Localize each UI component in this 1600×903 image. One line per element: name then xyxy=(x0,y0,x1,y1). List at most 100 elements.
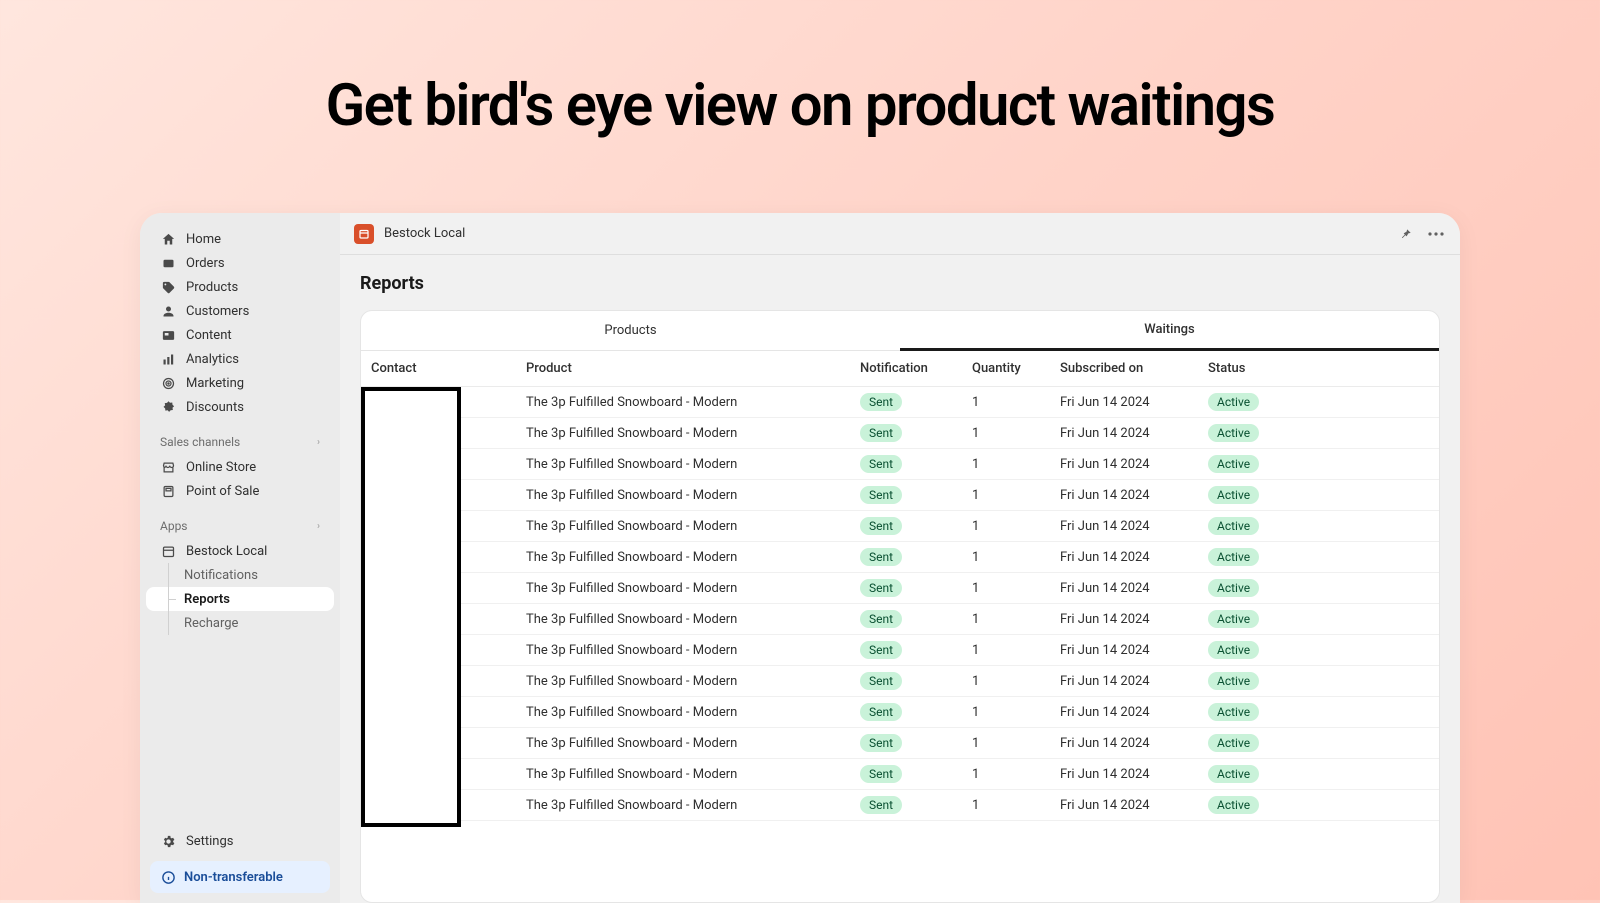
cell-status: Active xyxy=(1208,517,1298,535)
sidebar-item-products[interactable]: Products xyxy=(146,275,334,299)
cell-status: Active xyxy=(1208,796,1298,814)
cell-subscribed: Fri Jun 14 2024 xyxy=(1060,457,1208,472)
notification-badge: Sent xyxy=(860,455,902,473)
cell-notification: Sent xyxy=(860,796,972,814)
table-row[interactable]: The 3p Fulfilled Snowboard - Modern Sent… xyxy=(361,449,1439,480)
table-row[interactable]: The 3p Fulfilled Snowboard - Modern Sent… xyxy=(361,480,1439,511)
notification-badge: Sent xyxy=(860,703,902,721)
cell-status: Active xyxy=(1208,734,1298,752)
cell-notification: Sent xyxy=(860,579,972,597)
notification-badge: Sent xyxy=(860,641,902,659)
table-row[interactable]: The 3p Fulfilled Snowboard - Modern Sent… xyxy=(361,604,1439,635)
cell-quantity: 1 xyxy=(972,488,1060,503)
cell-status: Active xyxy=(1208,641,1298,659)
cell-quantity: 1 xyxy=(972,457,1060,472)
sidebar-item-bestock-local[interactable]: Bestock Local xyxy=(146,539,334,563)
section-apps[interactable]: Apps › xyxy=(146,515,334,537)
cell-subscribed: Fri Jun 14 2024 xyxy=(1060,519,1208,534)
nav-label: Online Store xyxy=(186,460,256,475)
table-row[interactable]: The 3p Fulfilled Snowboard - Modern Sent… xyxy=(361,790,1439,821)
sidebar-item-settings[interactable]: Settings xyxy=(146,829,334,853)
app-icon xyxy=(160,543,176,559)
sidebar-item-analytics[interactable]: Analytics xyxy=(146,347,334,371)
table-row[interactable]: The 3p Fulfilled Snowboard - Modern Sent… xyxy=(361,418,1439,449)
nav-label: Content xyxy=(186,328,232,343)
subnav-item-notifications[interactable]: Notifications xyxy=(146,563,334,587)
analytics-icon xyxy=(160,351,176,367)
section-label: Apps xyxy=(160,519,188,533)
cell-quantity: 1 xyxy=(972,798,1060,813)
section-sales-channels[interactable]: Sales channels › xyxy=(146,431,334,453)
table-row[interactable]: The 3p Fulfilled Snowboard - Modern Sent… xyxy=(361,666,1439,697)
sidebar-item-customers[interactable]: Customers xyxy=(146,299,334,323)
col-subscribed: Subscribed on xyxy=(1060,361,1208,376)
sidebar-item-online-store[interactable]: Online Store xyxy=(146,455,334,479)
status-badge: Active xyxy=(1208,424,1259,442)
nav-label: Point of Sale xyxy=(186,484,259,499)
pos-icon xyxy=(160,483,176,499)
cell-status: Active xyxy=(1208,703,1298,721)
notification-badge: Sent xyxy=(860,765,902,783)
subnav-item-reports[interactable]: Reports xyxy=(146,587,334,611)
cell-status: Active xyxy=(1208,548,1298,566)
nav-label: Reports xyxy=(184,592,230,607)
gear-icon xyxy=(160,833,176,849)
tab-waitings[interactable]: Waitings xyxy=(900,311,1439,351)
cell-product: The 3p Fulfilled Snowboard - Modern xyxy=(526,643,860,658)
cell-quantity: 1 xyxy=(972,581,1060,596)
cell-subscribed: Fri Jun 14 2024 xyxy=(1060,612,1208,627)
cell-subscribed: Fri Jun 14 2024 xyxy=(1060,550,1208,565)
more-icon[interactable] xyxy=(1426,224,1446,244)
notification-badge: Sent xyxy=(860,734,902,752)
table-row[interactable]: The 3p Fulfilled Snowboard - Modern Sent… xyxy=(361,511,1439,542)
status-badge: Active xyxy=(1208,393,1259,411)
status-badge: Active xyxy=(1208,765,1259,783)
status-badge: Active xyxy=(1208,796,1259,814)
status-badge: Active xyxy=(1208,703,1259,721)
cell-subscribed: Fri Jun 14 2024 xyxy=(1060,736,1208,751)
cell-product: The 3p Fulfilled Snowboard - Modern xyxy=(526,798,860,813)
status-badge: Active xyxy=(1208,641,1259,659)
notification-badge: Sent xyxy=(860,424,902,442)
cell-subscribed: Fri Jun 14 2024 xyxy=(1060,705,1208,720)
sidebar-item-home[interactable]: Home xyxy=(146,227,334,251)
tab-products[interactable]: Products xyxy=(361,311,900,350)
nav-label: Discounts xyxy=(186,400,244,415)
cell-product: The 3p Fulfilled Snowboard - Modern xyxy=(526,581,860,596)
store-icon xyxy=(160,459,176,475)
status-badge: Active xyxy=(1208,734,1259,752)
nav-label: Bestock Local xyxy=(186,544,267,559)
notification-badge: Sent xyxy=(860,796,902,814)
pin-icon[interactable] xyxy=(1396,224,1416,244)
sidebar-item-content[interactable]: Content xyxy=(146,323,334,347)
table-row[interactable]: The 3p Fulfilled Snowboard - Modern Sent… xyxy=(361,542,1439,573)
non-transferable-banner[interactable]: Non-transferable xyxy=(150,861,330,893)
table-row[interactable]: The 3p Fulfilled Snowboard - Modern Sent… xyxy=(361,387,1439,418)
page-title: Reports xyxy=(360,273,1440,294)
cell-notification: Sent xyxy=(860,393,972,411)
col-product: Product xyxy=(526,361,860,376)
sidebar-item-marketing[interactable]: Marketing xyxy=(146,371,334,395)
notification-badge: Sent xyxy=(860,486,902,504)
table-row[interactable]: The 3p Fulfilled Snowboard - Modern Sent… xyxy=(361,697,1439,728)
table-row[interactable]: The 3p Fulfilled Snowboard - Modern Sent… xyxy=(361,573,1439,604)
cell-notification: Sent xyxy=(860,424,972,442)
table-header: Contact Product Notification Quantity Su… xyxy=(361,351,1439,387)
cell-quantity: 1 xyxy=(972,612,1060,627)
cell-notification: Sent xyxy=(860,703,972,721)
sidebar-item-discounts[interactable]: Discounts xyxy=(146,395,334,419)
nav-label: Settings xyxy=(186,834,233,849)
discounts-icon xyxy=(160,399,176,415)
table-row[interactable]: The 3p Fulfilled Snowboard - Modern Sent… xyxy=(361,635,1439,666)
nav-label: Analytics xyxy=(186,352,239,367)
cell-status: Active xyxy=(1208,393,1298,411)
table-row[interactable]: The 3p Fulfilled Snowboard - Modern Sent… xyxy=(361,759,1439,790)
contact-redaction-box xyxy=(361,387,461,827)
cell-quantity: 1 xyxy=(972,426,1060,441)
sidebar-item-point-of-sale[interactable]: Point of Sale xyxy=(146,479,334,503)
cell-product: The 3p Fulfilled Snowboard - Modern xyxy=(526,736,860,751)
table-row[interactable]: The 3p Fulfilled Snowboard - Modern Sent… xyxy=(361,728,1439,759)
sidebar-item-orders[interactable]: Orders xyxy=(146,251,334,275)
cell-status: Active xyxy=(1208,672,1298,690)
subnav-item-recharge[interactable]: Recharge xyxy=(146,611,334,635)
